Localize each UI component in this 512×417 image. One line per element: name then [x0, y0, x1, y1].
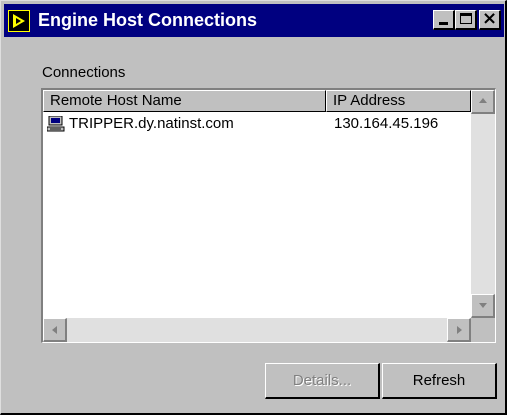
horizontal-scrollbar[interactable] — [43, 318, 471, 342]
vertical-scrollbar[interactable] — [471, 90, 495, 318]
remote-host-name: TRIPPER.dy.natinst.com — [69, 115, 234, 132]
scrollbar-corner — [471, 318, 495, 342]
list-item[interactable]: TRIPPER.dy.natinst.com 130.164.45.196 — [45, 114, 465, 134]
close-button[interactable]: × — [479, 8, 501, 30]
list-header: Remote Host Name IP Address — [43, 90, 471, 112]
minimize-button[interactable] — [433, 10, 455, 30]
ip-address: 130.164.45.196 — [334, 115, 439, 132]
scroll-down-button[interactable] — [471, 294, 495, 318]
window-controls: × — [433, 8, 501, 30]
arrow-left-icon — [52, 326, 57, 334]
labview-icon — [8, 9, 30, 32]
arrow-up-icon — [479, 98, 487, 103]
details-button[interactable]: Details... — [265, 363, 380, 399]
arrow-right-icon — [457, 326, 462, 334]
connections-label: Connections — [42, 64, 126, 81]
scroll-right-button[interactable] — [447, 318, 471, 342]
connections-list[interactable]: Remote Host Name IP Address TRIPPER.dy.n… — [41, 88, 496, 343]
title-bar[interactable]: Engine Host Connections × — [4, 4, 504, 37]
computer-icon — [46, 115, 65, 136]
maximize-icon — [460, 13, 472, 24]
maximize-button[interactable] — [455, 10, 477, 30]
close-icon: × — [482, 8, 498, 29]
column-header-remote-host-name[interactable]: Remote Host Name — [43, 90, 326, 112]
engine-host-connections-window: Engine Host Connections × Connections Re… — [0, 0, 507, 415]
scroll-left-button[interactable] — [43, 318, 67, 342]
minimize-icon — [439, 22, 448, 25]
column-header-ip-address[interactable]: IP Address — [326, 90, 471, 112]
window-title: Engine Host Connections — [38, 10, 258, 30]
scroll-up-button[interactable] — [471, 90, 495, 114]
refresh-button[interactable]: Refresh — [382, 363, 497, 399]
arrow-down-icon — [479, 303, 487, 308]
